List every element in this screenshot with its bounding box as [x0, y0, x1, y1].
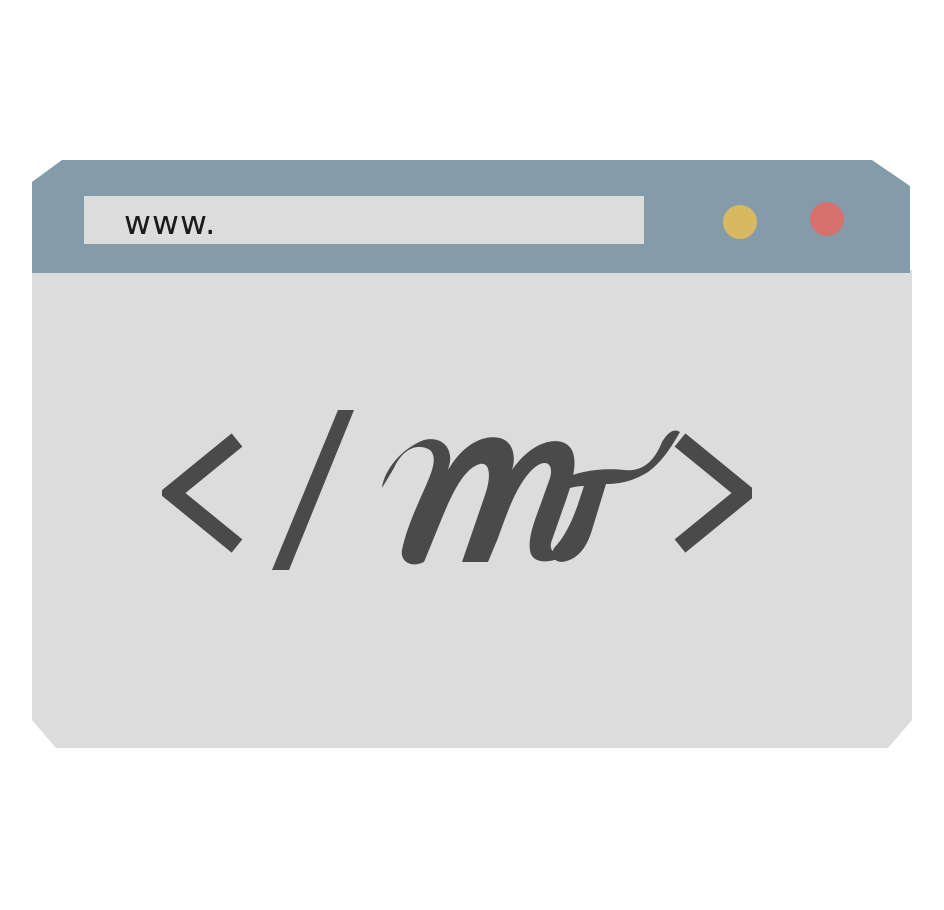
slash-icon — [272, 410, 354, 570]
address-bar[interactable]: www. — [84, 196, 644, 244]
code-tag-logo-icon — [162, 410, 752, 575]
address-bar-text: www. — [124, 202, 217, 242]
illustration-canvas: www. — [0, 0, 944, 910]
right-chevron-icon — [674, 433, 752, 553]
close-button[interactable] — [810, 202, 844, 236]
code-tag-logo-graphic — [162, 410, 752, 570]
minimize-button[interactable] — [723, 205, 757, 239]
letter-m-glyph — [382, 437, 575, 565]
left-chevron-icon — [162, 433, 243, 553]
browser-window: www. — [32, 160, 912, 748]
